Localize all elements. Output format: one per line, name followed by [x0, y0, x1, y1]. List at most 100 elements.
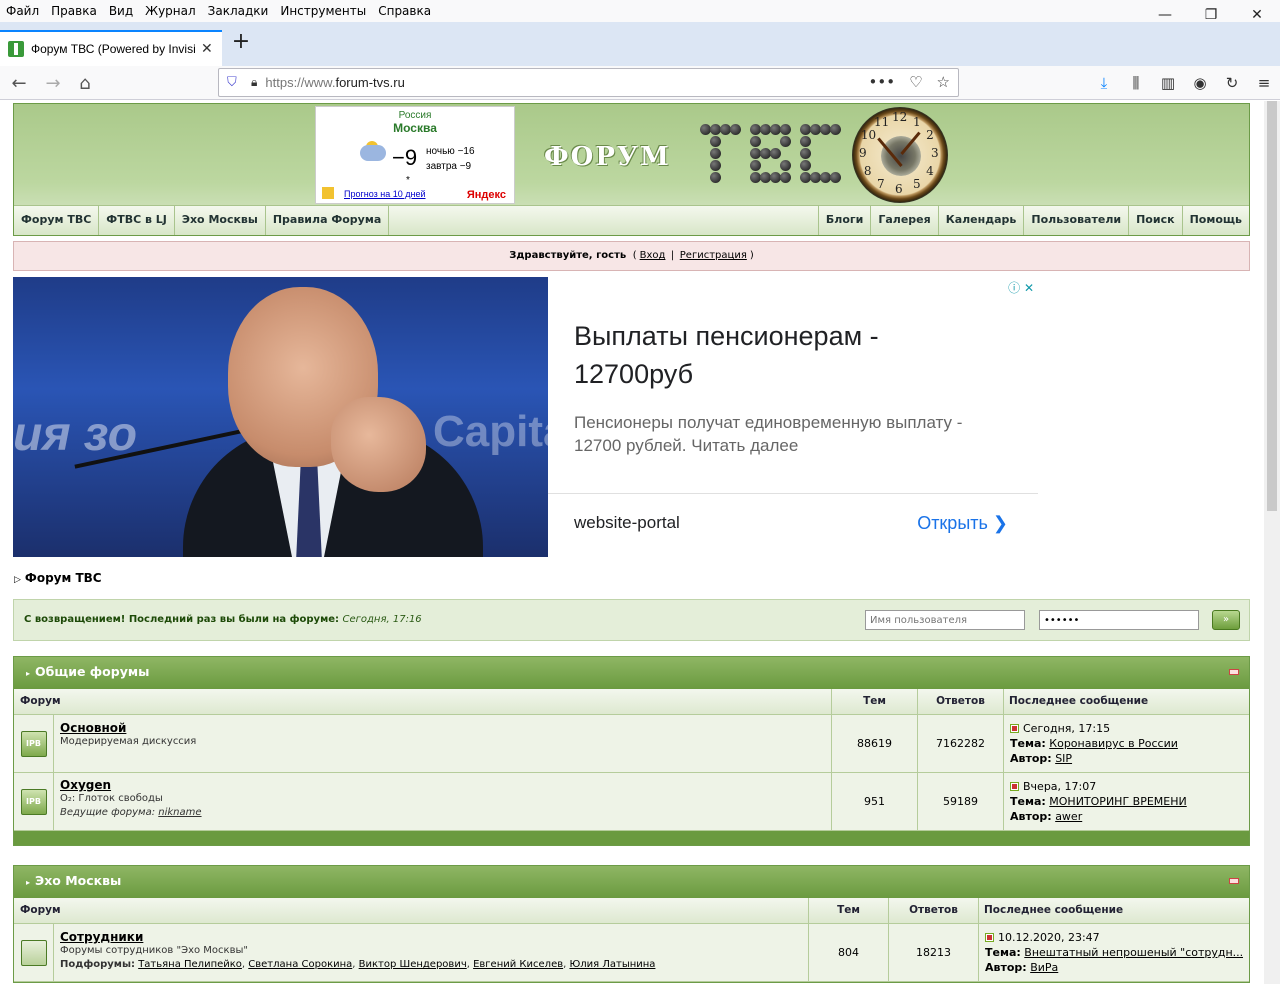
- account-icon[interactable]: ◉: [1184, 70, 1216, 96]
- ad-text-panel[interactable]: ⓘ ✕ Выплаты пенсионерам - 12700руб Пенси…: [548, 277, 1038, 557]
- register-link[interactable]: Регистрация: [680, 250, 747, 261]
- subforums-label: Подфорумы:: [60, 959, 135, 970]
- clock-numeral: 3: [931, 146, 939, 160]
- nav-blogs[interactable]: Блоги: [817, 206, 870, 235]
- nav-ftvs-lj[interactable]: ФТВС в LJ: [99, 206, 175, 235]
- weather-widget[interactable]: Россия Москва −9 ночью −16 завтра −9 * П…: [315, 106, 515, 204]
- pocket-icon[interactable]: ♡: [909, 73, 922, 91]
- nav-gallery[interactable]: Галерея: [870, 206, 937, 235]
- last-post-author-link[interactable]: SIP: [1055, 752, 1072, 765]
- download-icon[interactable]: ⤓: [1088, 70, 1120, 96]
- category-header[interactable]: ▸ Общие форумы: [14, 657, 1249, 689]
- forecast-link[interactable]: Прогноз на 10 дней: [344, 189, 426, 199]
- menu-help[interactable]: Справка: [372, 1, 437, 21]
- col-last-post: Последнее сообщение: [1004, 689, 1249, 715]
- yandex-logo[interactable]: Яндекс: [467, 189, 506, 201]
- sidebar-icon[interactable]: ▥: [1152, 70, 1184, 96]
- category-echo-moscow: ▸ Эхо Москвы Форум Тем Ответов Последнее …: [13, 865, 1250, 983]
- last-post-icon[interactable]: [985, 933, 994, 942]
- nav-rules[interactable]: Правила Форума: [266, 206, 390, 235]
- home-icon[interactable]: ⌂: [72, 70, 98, 96]
- menu-file[interactable]: Файл: [0, 1, 45, 21]
- vertical-scrollbar[interactable]: [1264, 101, 1280, 984]
- advertisement-banner[interactable]: ия зо Capital ⓘ ✕ Выплаты пенсионерам - …: [13, 277, 1038, 557]
- nav-users[interactable]: Пользователи: [1023, 206, 1128, 235]
- weather-city: Москва: [393, 121, 437, 135]
- collapse-icon[interactable]: [1229, 669, 1239, 675]
- login-go-button[interactable]: »: [1212, 610, 1240, 630]
- forum-logo-text: ФОРУМ: [544, 142, 671, 172]
- url-bar[interactable]: ⛉ 🔒︎ https://www.forum-tvs.ru ••• ♡ ☆: [218, 68, 959, 97]
- menu-history[interactable]: Журнал: [139, 1, 202, 21]
- menu-view[interactable]: Вид: [103, 1, 139, 21]
- moderators-label: Ведущие форума:: [60, 807, 156, 818]
- subforum-link[interactable]: Юлия Латынина: [569, 959, 655, 970]
- clock-numeral: 1: [913, 114, 921, 129]
- last-post-icon[interactable]: [1010, 724, 1019, 733]
- logo-dot: [750, 136, 761, 147]
- reload-icon[interactable]: ↻: [1216, 70, 1248, 96]
- last-post-author-link[interactable]: awer: [1055, 810, 1082, 823]
- last-post-topic-link[interactable]: МОНИТОРИНГ ВРЕМЕНИ: [1049, 795, 1186, 808]
- ad-photo[interactable]: ия зо Capital: [13, 277, 548, 557]
- url-text[interactable]: https://www.forum-tvs.ru: [265, 75, 404, 90]
- tracking-shield-icon[interactable]: ⛉: [227, 75, 241, 91]
- forward-icon[interactable]: →: [40, 70, 66, 96]
- close-tab-icon[interactable]: ✕: [201, 41, 213, 57]
- subforum-link[interactable]: Татьяна Пелипейко: [138, 959, 242, 970]
- nav-forum-tvs[interactable]: Форум ТВС: [14, 206, 100, 235]
- password-input[interactable]: [1039, 610, 1199, 630]
- menu-edit[interactable]: Правка: [45, 1, 103, 21]
- ad-headline[interactable]: Выплаты пенсионерам - 12700руб: [574, 317, 1004, 393]
- last-post-author-link[interactable]: ВиРа: [1030, 961, 1058, 974]
- subforum-link[interactable]: Евгений Киселев: [473, 959, 563, 970]
- app-menu-icon[interactable]: ≡: [1248, 70, 1280, 96]
- menu-bookmarks[interactable]: Закладки: [202, 1, 275, 21]
- paren-close: ): [749, 250, 754, 261]
- last-post-icon[interactable]: [1010, 782, 1019, 791]
- category-header[interactable]: ▸ Эхо Москвы: [14, 866, 1249, 898]
- category-title[interactable]: Общие форумы: [35, 664, 149, 679]
- tab-forum[interactable]: Форум ТВС (Powered by Invision Power Boa…: [0, 30, 222, 66]
- ad-info-close-icon[interactable]: ⓘ ✕: [1008, 279, 1034, 296]
- last-post-topic-link[interactable]: Коронавирус в России: [1049, 737, 1178, 750]
- clock-icon: 12 1 2 3 4 5 6 7 8 9 10 11: [852, 107, 948, 203]
- author-label: Автор:: [1010, 810, 1052, 823]
- clock-gear-icon: [881, 136, 921, 176]
- tab-title: Форум ТВС (Powered by Invision Power Boa…: [31, 42, 195, 56]
- category-title[interactable]: Эхо Москвы: [35, 873, 121, 888]
- last-post: 10.12.2020, 23:47 Тема: Внештатный непро…: [979, 924, 1249, 981]
- lock-icon[interactable]: 🔒︎: [251, 75, 257, 90]
- forum-link[interactable]: Сотрудники: [60, 930, 802, 944]
- nav-search[interactable]: Поиск: [1128, 206, 1181, 235]
- logo-dot: [780, 124, 791, 135]
- library-icon[interactable]: ⫼: [1120, 70, 1152, 96]
- guest-greeting: Здравствуйте, гость: [509, 250, 627, 261]
- url-prefix: https://www.: [265, 75, 336, 90]
- last-post-topic-link[interactable]: Внештатный непрошеный "сотрудн...: [1024, 946, 1243, 959]
- nav-help[interactable]: Помощь: [1181, 206, 1249, 235]
- forum-link[interactable]: Основной: [60, 721, 825, 735]
- reply-count: 7162282: [918, 715, 1004, 772]
- guest-userbar: Здравствуйте, гость (Вход | Регистрация): [13, 241, 1250, 271]
- collapse-icon[interactable]: [1229, 878, 1239, 884]
- breadcrumb-home[interactable]: Форум ТВС: [25, 571, 102, 585]
- subforum-link[interactable]: Светлана Сорокина: [248, 959, 352, 970]
- nav-calendar[interactable]: Календарь: [937, 206, 1024, 235]
- login-link[interactable]: Вход: [640, 250, 666, 261]
- ad-site[interactable]: website-portal: [574, 513, 680, 533]
- new-tab-icon[interactable]: +: [230, 31, 252, 54]
- ad-body[interactable]: Пенсионеры получат единовременную выплат…: [574, 411, 1014, 457]
- username-input[interactable]: [865, 610, 1025, 630]
- page-actions-icon[interactable]: •••: [869, 73, 896, 91]
- subforum-link[interactable]: Виктор Шендерович: [359, 959, 467, 970]
- forum-link[interactable]: Oxygen: [60, 778, 825, 792]
- bookmark-star-icon[interactable]: ☆: [937, 73, 950, 91]
- nav-echo-moscow[interactable]: Эхо Москвы: [175, 206, 266, 235]
- scrollbar-thumb[interactable]: [1267, 101, 1277, 511]
- menu-tools[interactable]: Инструменты: [274, 1, 372, 21]
- expand-triangle-icon: ▸: [26, 669, 31, 678]
- moderator-link[interactable]: nikname: [158, 807, 201, 818]
- ad-open-button[interactable]: Открыть ❯: [917, 513, 1008, 534]
- back-icon[interactable]: ←: [6, 70, 32, 96]
